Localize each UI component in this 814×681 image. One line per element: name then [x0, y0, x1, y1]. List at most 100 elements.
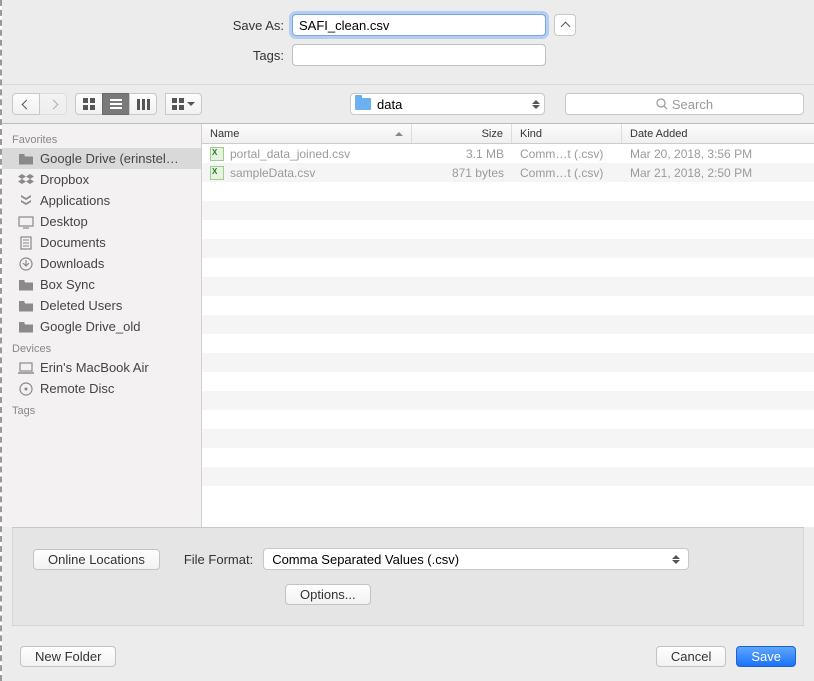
- tags-heading: Tags: [2, 399, 201, 419]
- sidebar-item[interactable]: Applications: [2, 190, 201, 211]
- table-row: [202, 353, 814, 372]
- csv-file-icon: [210, 147, 224, 161]
- column-view-button[interactable]: [129, 93, 157, 115]
- file-size: 3.1 MB: [412, 147, 512, 161]
- forward-button[interactable]: [39, 93, 67, 115]
- save-button[interactable]: Save: [736, 646, 796, 667]
- sidebar-item[interactable]: Erin's MacBook Air: [2, 357, 201, 378]
- sidebar-item-label: Desktop: [40, 214, 88, 229]
- header-section: Save As: Tags:: [2, 0, 814, 84]
- sidebar-item[interactable]: Documents: [2, 232, 201, 253]
- sidebar-item-label: Remote Disc: [40, 381, 114, 396]
- table-row: [202, 315, 814, 334]
- sidebar-item[interactable]: Desktop: [2, 211, 201, 232]
- table-row: [202, 410, 814, 429]
- arrange-buttons: [165, 93, 202, 115]
- file-pane: Name Size Kind Date Added portal_data_jo…: [202, 124, 814, 527]
- arrange-button[interactable]: [165, 93, 202, 115]
- docs-icon: [18, 236, 34, 250]
- file-date: Mar 20, 2018, 3:56 PM: [622, 147, 814, 161]
- csv-file-icon: [210, 166, 224, 180]
- column-name[interactable]: Name: [202, 124, 412, 143]
- file-name: sampleData.csv: [230, 166, 315, 180]
- save-dialog: Save As: Tags: data Search: [2, 0, 814, 681]
- folder-name: data: [377, 97, 402, 112]
- online-locations-button[interactable]: Online Locations: [33, 549, 160, 570]
- folder-icon: [18, 299, 34, 313]
- folder-dropdown[interactable]: data: [350, 93, 545, 115]
- sidebar-item[interactable]: Remote Disc: [2, 378, 201, 399]
- sidebar-item-label: Applications: [40, 193, 110, 208]
- tags-input[interactable]: [292, 44, 546, 66]
- body-area: Favorites Google Drive (erinstel… Dropbox…: [2, 124, 814, 527]
- chevron-left-icon: [21, 99, 31, 109]
- file-list[interactable]: portal_data_joined.csv 3.1 MBComm…t (.csv…: [202, 144, 814, 527]
- sidebar: Favorites Google Drive (erinstel… Dropbox…: [2, 124, 202, 527]
- sidebar-item[interactable]: Google Drive (erinstel…: [2, 148, 201, 169]
- table-row: [202, 334, 814, 353]
- desktop-icon: [18, 215, 34, 229]
- file-format-label: File Format:: [184, 552, 263, 567]
- search-placeholder: Search: [672, 97, 713, 112]
- options-button[interactable]: Options...: [285, 584, 371, 605]
- list-view-button[interactable]: [102, 93, 130, 115]
- tags-label: Tags:: [22, 48, 292, 63]
- sidebar-item-label: Dropbox: [40, 172, 89, 187]
- table-row[interactable]: portal_data_joined.csv 3.1 MBComm…t (.csv…: [202, 144, 814, 163]
- sidebar-item-label: Downloads: [40, 256, 104, 271]
- icon-view-button[interactable]: [75, 93, 103, 115]
- table-row: [202, 467, 814, 486]
- table-row: [202, 258, 814, 277]
- folder-icon: [18, 152, 34, 166]
- table-row: [202, 201, 814, 220]
- sidebar-item-label: Erin's MacBook Air: [40, 360, 149, 375]
- file-format-value: Comma Separated Values (.csv): [272, 552, 459, 567]
- sidebar-item[interactable]: Box Sync: [2, 274, 201, 295]
- sidebar-item-label: Documents: [40, 235, 106, 250]
- cancel-button[interactable]: Cancel: [656, 646, 726, 667]
- search-input[interactable]: Search: [565, 93, 804, 115]
- save-as-input[interactable]: [292, 14, 546, 36]
- back-button[interactable]: [12, 93, 40, 115]
- column-date[interactable]: Date Added: [622, 124, 814, 143]
- sidebar-item[interactable]: Google Drive_old: [2, 316, 201, 337]
- grid-icon: [83, 98, 95, 110]
- sidebar-item[interactable]: Dropbox: [2, 169, 201, 190]
- new-folder-button[interactable]: New Folder: [20, 646, 116, 667]
- collapse-button[interactable]: [554, 14, 576, 36]
- folder-icon: [18, 320, 34, 334]
- apps-icon: [18, 194, 34, 208]
- file-date: Mar 21, 2018, 2:50 PM: [622, 166, 814, 180]
- downloads-icon: [18, 257, 34, 271]
- arrange-icon: [172, 98, 184, 110]
- format-panel: Online Locations File Format: Comma Sepa…: [12, 527, 804, 626]
- footer: New Folder Cancel Save: [2, 636, 814, 681]
- table-row: [202, 296, 814, 315]
- file-size: 871 bytes: [412, 166, 512, 180]
- folder-icon: [355, 98, 371, 110]
- devices-heading: Devices: [2, 337, 201, 357]
- table-row[interactable]: sampleData.csv871 bytesComm…t (.csv)Mar …: [202, 163, 814, 182]
- file-name: portal_data_joined.csv: [230, 147, 350, 161]
- column-headers: Name Size Kind Date Added: [202, 124, 814, 144]
- save-as-label: Save As:: [22, 18, 292, 33]
- sidebar-item-label: Google Drive_old: [40, 319, 140, 334]
- table-row: [202, 448, 814, 467]
- search-icon: [656, 98, 668, 110]
- favorites-heading: Favorites: [2, 128, 201, 148]
- dropbox-icon: [18, 173, 34, 187]
- sort-caret-icon: [395, 132, 403, 136]
- table-row: [202, 391, 814, 410]
- laptop-icon: [18, 361, 34, 375]
- sidebar-item[interactable]: Downloads: [2, 253, 201, 274]
- disc-icon: [18, 382, 34, 396]
- table-row: [202, 220, 814, 239]
- sidebar-item-label: Deleted Users: [40, 298, 122, 313]
- column-kind[interactable]: Kind: [512, 124, 622, 143]
- table-row: [202, 429, 814, 448]
- file-format-dropdown[interactable]: Comma Separated Values (.csv): [263, 548, 689, 570]
- list-icon: [110, 99, 122, 109]
- file-kind: Comm…t (.csv): [512, 147, 622, 161]
- sidebar-item[interactable]: Deleted Users: [2, 295, 201, 316]
- column-size[interactable]: Size: [412, 124, 512, 143]
